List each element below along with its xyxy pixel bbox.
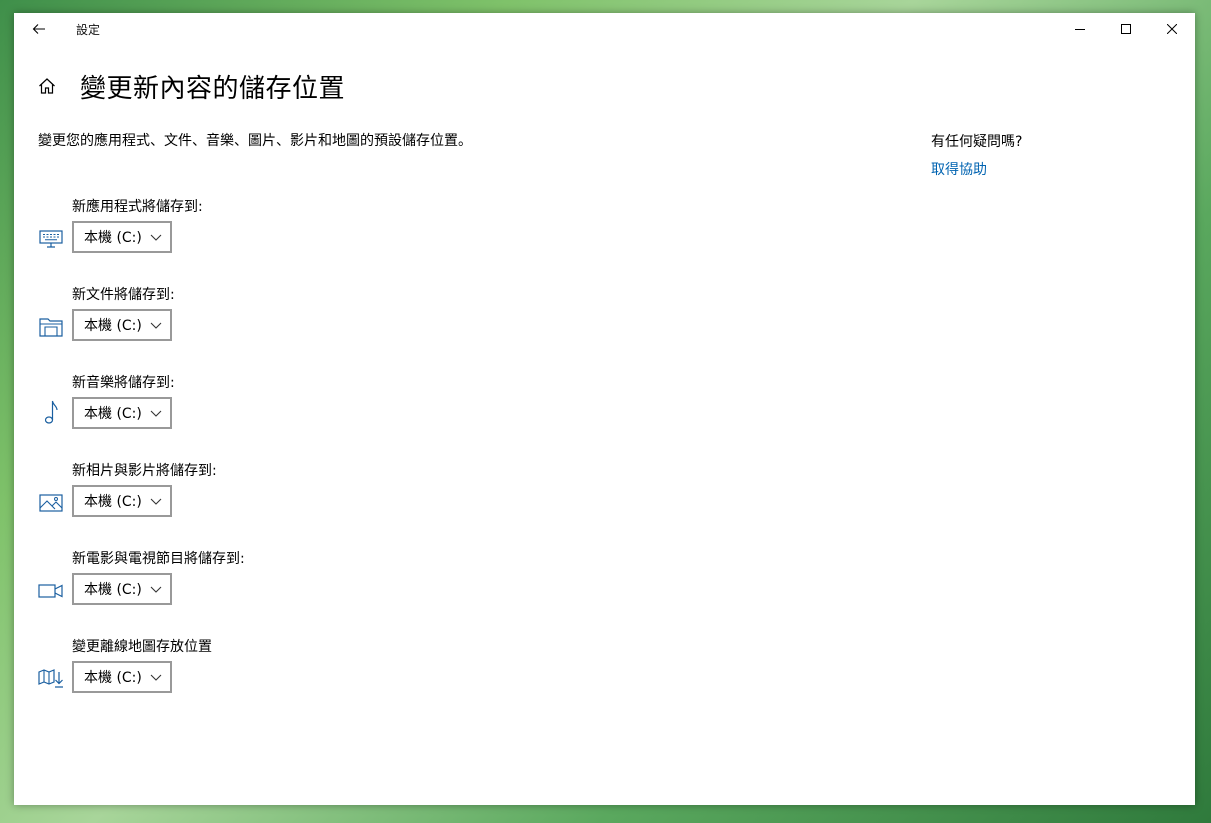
chevron-down-icon [150,674,162,681]
documents-location-dropdown[interactable]: 本機 (C:) [72,309,172,341]
chevron-down-icon [150,410,162,417]
minimize-icon [1075,29,1085,30]
movies-location-dropdown[interactable]: 本機 (C:) [72,573,172,605]
setting-label: 新相片與影片將儲存到: [72,463,217,479]
maximize-button[interactable] [1103,13,1149,45]
setting-label: 新音樂將儲存到: [72,375,175,391]
setting-new-music: 新音樂將儲存到: 本機 (C:) [38,372,338,434]
setting-label: 新應用程式將儲存到: [72,199,203,215]
back-arrow-icon [32,24,45,34]
document-folder-icon [38,316,64,338]
page-header: 變更新內容的儲存位置 [38,69,346,104]
setting-label: 新電影與電視節目將儲存到: [72,551,245,567]
dropdown-value: 本機 (C:) [84,582,142,598]
chevron-down-icon [150,586,162,593]
setting-new-movies-tv: 新電影與電視節目將儲存到: 本機 (C:) [38,548,338,610]
picture-icon [38,492,64,514]
setting-offline-maps: 變更離線地圖存放位置 本機 (C:) [38,636,338,698]
dropdown-value: 本機 (C:) [84,230,142,246]
chevron-down-icon [150,234,162,241]
setting-new-documents: 新文件將儲存到: 本機 (C:) [38,284,338,346]
dropdown-value: 本機 (C:) [84,670,142,686]
maps-location-dropdown[interactable]: 本機 (C:) [72,661,172,693]
app-title: 設定 [76,23,101,37]
get-help-link[interactable]: 取得協助 [931,159,987,179]
maximize-icon [1121,24,1131,34]
setting-label: 新文件將儲存到: [72,287,175,303]
back-button[interactable] [24,18,54,40]
dropdown-value: 本機 (C:) [84,494,142,510]
page-description: 變更您的應用程式、文件、音樂、圖片、影片和地圖的預設儲存位置。 [38,133,472,149]
monitor-icon [38,228,64,250]
title-bar: 設定 [14,13,1195,45]
photos-location-dropdown[interactable]: 本機 (C:) [72,485,172,517]
close-icon [1167,24,1177,34]
music-location-dropdown[interactable]: 本機 (C:) [72,397,172,429]
music-note-icon [38,400,64,426]
chevron-down-icon [150,498,162,505]
apps-location-dropdown[interactable]: 本機 (C:) [72,221,172,253]
home-icon [39,78,55,94]
settings-window: 設定 變更新內容的儲存位置 變更您的應用程式、文件、音樂、圖片、影片和地圖的預設… [14,13,1195,805]
close-button[interactable] [1149,13,1195,45]
video-camera-icon [38,580,64,602]
setting-label: 變更離線地圖存放位置 [72,639,212,655]
dropdown-value: 本機 (C:) [84,406,142,422]
minimize-button[interactable] [1057,13,1103,45]
home-button[interactable] [38,76,58,96]
help-heading: 有任何疑問嗎? [931,134,1023,150]
page-title: 變更新內容的儲存位置 [80,73,346,104]
setting-new-apps: 新應用程式將儲存到: 本機 (C:) [38,196,338,258]
chevron-down-icon [150,322,162,329]
setting-new-photos-videos: 新相片與影片將儲存到: 本機 (C:) [38,460,338,522]
dropdown-value: 本機 (C:) [84,318,142,334]
map-download-icon [38,668,64,690]
